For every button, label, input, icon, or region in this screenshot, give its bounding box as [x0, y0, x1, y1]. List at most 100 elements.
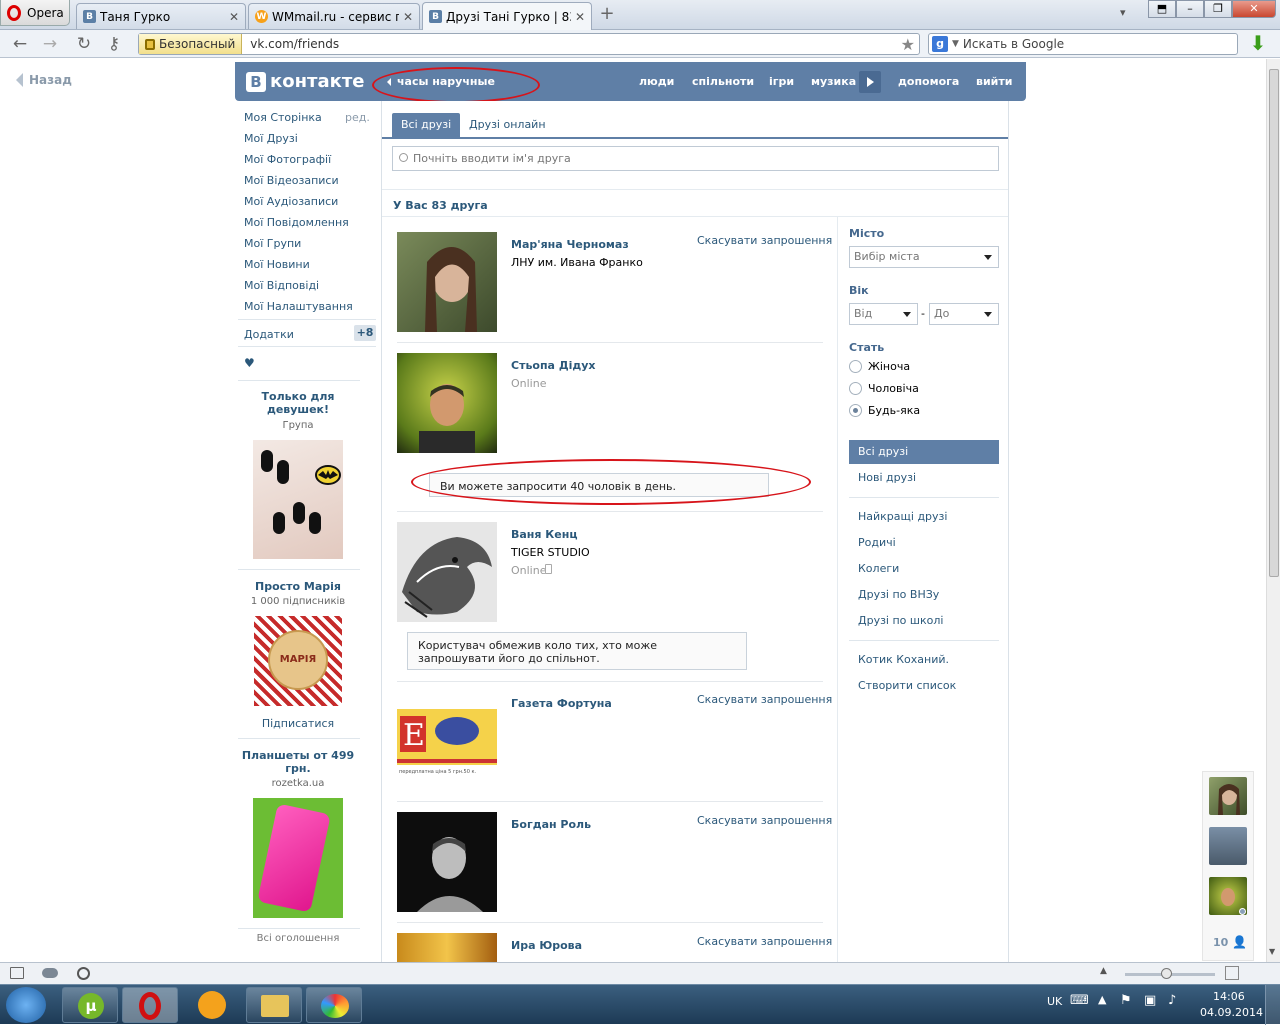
key-icon[interactable]: ⚷ [104, 34, 124, 54]
ad-title[interactable]: Только для девушек! [238, 390, 358, 416]
scroll-down-icon[interactable]: ▼ [1269, 947, 1275, 956]
vk-logo[interactable]: В контакте [246, 71, 364, 92]
menu-my-audio[interactable]: Мої Аудіозаписи [244, 195, 338, 208]
filter-nav-colleagues[interactable]: Колеги [849, 557, 999, 581]
friend-avatar[interactable] [397, 522, 497, 622]
tab-wmmail[interactable]: W WMmail.ru - сервис п... ✕ [248, 3, 420, 29]
friend-name[interactable]: Ваня Кенц [511, 528, 578, 541]
all-ads-link[interactable]: Всі оголошення [238, 933, 358, 944]
menu-my-photos[interactable]: Мої Фотографії [244, 153, 331, 166]
menu-my-groups[interactable]: Мої Групи [244, 237, 301, 250]
taskbar-opera[interactable] [122, 987, 178, 1023]
search-field[interactable]: g ▼ Искать в Google [928, 33, 1238, 55]
ad-image-phone[interactable] [253, 798, 343, 918]
friend-avatar[interactable] [397, 933, 497, 962]
tab-close-icon[interactable]: ✕ [575, 10, 585, 24]
restore-icon[interactable]: ❐ [1204, 0, 1232, 18]
reload-icon[interactable]: ↻ [74, 34, 94, 54]
sex-female-radio[interactable] [849, 360, 862, 373]
back-icon[interactable]: ← [10, 34, 30, 54]
age-from-select[interactable]: Від [849, 303, 918, 325]
friend-avatar[interactable] [397, 353, 497, 453]
chat-avatar[interactable] [1209, 827, 1247, 865]
friend-avatar[interactable] [397, 232, 497, 332]
subscribe-link[interactable]: Підписатися [238, 717, 358, 730]
clock-time[interactable]: 14:06 [1213, 990, 1245, 1003]
filter-nav-new-friends[interactable]: Нові друзі [849, 466, 999, 490]
download-icon[interactable]: ⬇ [1248, 33, 1268, 54]
cancel-invitation-link[interactable]: Скасувати запрошення [697, 814, 832, 827]
speed-dial-icon[interactable] [77, 967, 90, 980]
tab-menu-icon[interactable]: ▾ [1120, 6, 1126, 19]
sex-any-label[interactable]: Будь-яка [868, 404, 920, 417]
start-button-icon[interactable] [6, 987, 46, 1023]
back-link[interactable]: Назад [16, 73, 72, 87]
ad-image-nails[interactable] [253, 440, 343, 559]
filter-nav-all-friends[interactable]: Всі друзі [849, 440, 999, 464]
city-select[interactable]: Вибір міста [849, 246, 999, 268]
taskbar-aimp[interactable] [196, 991, 228, 1019]
flag-icon[interactable]: ⚑ [1120, 993, 1132, 1008]
tab-friends[interactable]: В Друзі Тані Гурко | 83 д... ✕ [422, 2, 592, 30]
apps-badge[interactable]: +8 [354, 325, 376, 341]
tab-close-icon[interactable]: ✕ [403, 10, 413, 24]
cancel-invitation-link[interactable]: Скасувати запрошення [697, 935, 832, 948]
google-icon[interactable]: g [932, 36, 948, 52]
vertical-scrollbar[interactable]: ▼ [1266, 59, 1280, 962]
tray-expand-icon[interactable]: ▲ [1098, 993, 1106, 1006]
friend-name[interactable]: Стьопа Дідух [511, 359, 596, 372]
sex-any-radio[interactable] [849, 404, 862, 417]
nav-people[interactable]: люди [639, 75, 674, 88]
zoom-menu-icon[interactable]: ▲ [1100, 966, 1107, 976]
address-field[interactable]: Безопасный vk.com/friends ★ [138, 33, 920, 55]
engine-dropdown-icon[interactable]: ▼ [952, 39, 959, 49]
show-desktop-button[interactable] [1265, 985, 1280, 1025]
nav-games[interactable]: ігри [769, 75, 794, 88]
scrollbar-thumb[interactable] [1269, 69, 1279, 577]
filter-nav-best-friends[interactable]: Найкращі друзі [849, 505, 999, 529]
friend-avatar[interactable] [397, 812, 497, 912]
tab-tanya-gurko[interactable]: В Таня Гурко ✕ [76, 3, 246, 29]
url-text[interactable]: vk.com/friends [242, 37, 900, 51]
friend-search-input[interactable]: Почніть вводити ім'я друга [392, 146, 999, 171]
forward-icon[interactable]: → [40, 34, 60, 54]
cancel-invitation-link[interactable]: Скасувати запрошення [697, 234, 832, 247]
friend-name[interactable]: Мар'яна Черномаз [511, 238, 629, 251]
menu-my-page[interactable]: Моя Сторінка [244, 111, 322, 124]
filter-nav-relatives[interactable]: Родичі [849, 531, 999, 555]
friend-avatar[interactable]: Е передплатна ціна 5 грн.50 к. [397, 691, 497, 791]
nav-communities[interactable]: спільноти [692, 75, 754, 88]
cancel-invitation-link[interactable]: Скасувати запрошення [697, 693, 832, 706]
new-tab-icon[interactable]: + [598, 5, 616, 24]
menu-edit-link[interactable]: ред. [345, 111, 370, 124]
age-to-select[interactable]: До [929, 303, 999, 325]
ad-title[interactable]: Планшеты от 499 грн. [238, 749, 358, 775]
clock-date[interactable]: 04.09.2014 [1200, 1006, 1263, 1019]
language-indicator[interactable]: UK [1047, 995, 1062, 1008]
friend-name[interactable]: Богдан Роль [511, 818, 591, 831]
heart-icon[interactable]: ♥ [244, 356, 255, 370]
keyboard-icon[interactable]: ⌨ [1070, 993, 1089, 1008]
taskbar-explorer[interactable] [246, 987, 302, 1023]
taskbar-utorrent[interactable]: µ [62, 987, 118, 1023]
panel-toggle-icon[interactable] [10, 967, 24, 979]
chat-online-count[interactable]: 10 👤 [1213, 935, 1247, 949]
sex-female-label[interactable]: Жіноча [868, 360, 910, 373]
menu-my-friends[interactable]: Мої Друзі [244, 132, 298, 145]
fullscreen-icon[interactable] [1225, 966, 1239, 980]
nav-help[interactable]: допомога [898, 75, 959, 88]
tab-close-icon[interactable]: ✕ [229, 10, 239, 24]
menu-my-settings[interactable]: Мої Налаштування [244, 300, 353, 313]
network-icon[interactable]: ▣ [1144, 993, 1156, 1008]
opera-menu-button[interactable]: Opera [0, 0, 70, 26]
chat-avatar[interactable] [1209, 777, 1247, 815]
zoom-slider-handle[interactable] [1161, 968, 1172, 979]
sex-male-radio[interactable] [849, 382, 862, 395]
volume-icon[interactable]: ♪ [1168, 993, 1176, 1008]
music-play-icon[interactable] [859, 71, 881, 93]
menu-my-answers[interactable]: Мої Відповіді [244, 279, 319, 292]
sex-male-label[interactable]: Чоловіча [868, 382, 919, 395]
ad-image-maria[interactable]: МАРІЯ [254, 616, 342, 706]
menu-my-news[interactable]: Мої Новини [244, 258, 310, 271]
menu-my-messages[interactable]: Мої Повідомлення [244, 216, 349, 229]
